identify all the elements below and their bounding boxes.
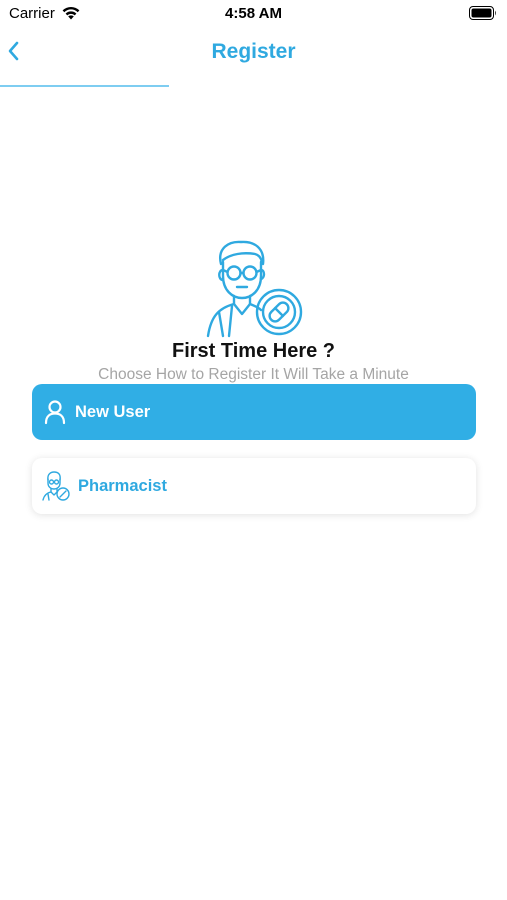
hero-title: First Time Here ? xyxy=(171,340,336,362)
pharmacist-avatar-icon xyxy=(206,240,303,338)
tab-indicator xyxy=(0,85,169,87)
new-user-label: New User xyxy=(75,402,151,421)
hero-subtitle: Choose How to Register It Will Take a Mi… xyxy=(98,366,409,383)
user-icon xyxy=(42,399,68,425)
status-bar: Carrier 4:58 AM xyxy=(0,0,507,28)
new-user-button[interactable]: New User xyxy=(32,384,476,440)
pharmacist-label: Pharmacist xyxy=(78,476,167,495)
clock: 4:58 AM xyxy=(225,5,282,22)
pharmacist-button[interactable]: Pharmacist xyxy=(32,458,476,514)
pharmacist-icon xyxy=(41,471,71,501)
page-title: Register xyxy=(211,40,296,63)
battery-icon xyxy=(469,6,496,20)
nav-bar: Register xyxy=(0,28,507,76)
